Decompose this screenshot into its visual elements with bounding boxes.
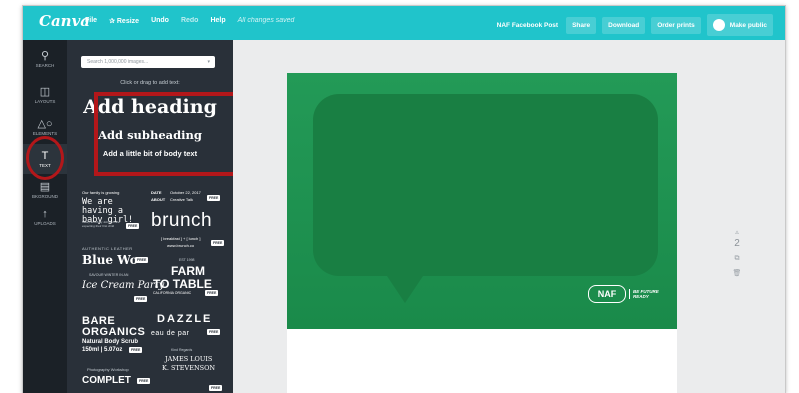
rail-label-uploads: UPLOADS — [34, 221, 56, 226]
design-canvas-area: NAF BE FUTURE READY ▵ 2 ⧉ 🗑 — [233, 40, 785, 393]
free-badge: FREE — [134, 296, 148, 302]
free-badge: FREE — [135, 257, 149, 263]
template-brunch[interactable]: brunch — [151, 210, 212, 232]
template-bluewo[interactable]: Blue Wo — [82, 253, 138, 267]
image-search-input[interactable]: Search 1,000,000 images... ▾ — [81, 56, 215, 68]
top-menu: File ✰ Resize Undo Redo Help All changes… — [85, 17, 294, 25]
download-button[interactable]: Download — [602, 16, 646, 34]
left-rail: ⚲ SEARCH ◫ LAYOUTS △○ ELEMENTS T TEXT ▤ … — [23, 40, 67, 393]
text-panel: Search 1,000,000 images... ▾ Click or dr… — [67, 40, 240, 393]
free-badge: FREE — [126, 223, 140, 229]
template-date[interactable]: DATE — [151, 190, 162, 195]
design-page[interactable]: NAF BE FUTURE READY — [287, 73, 677, 393]
search-placeholder: Search 1,000,000 images... — [87, 59, 149, 65]
save-status: All changes saved — [237, 17, 295, 24]
move-up-icon[interactable]: ▵ — [735, 229, 739, 236]
panel-hint: Click or drag to add text: — [120, 80, 180, 86]
naf-logo: NAF — [588, 285, 626, 303]
text-tab-highlight-circle — [26, 136, 64, 180]
free-badge: FREE — [205, 290, 219, 296]
menu-undo[interactable]: Undo — [151, 17, 169, 25]
rail-item-background[interactable]: ▤ BKGROUND — [23, 181, 67, 199]
upload-icon: ↑ — [42, 208, 48, 220]
rail-item-layouts[interactable]: ◫ LAYOUTS — [23, 86, 67, 104]
layout-icon: ◫ — [39, 86, 51, 98]
facebook-post-background[interactable]: NAF BE FUTURE READY — [287, 73, 677, 329]
template-dazzle[interactable]: DAZZLE — [157, 313, 212, 325]
rail-label-background: BKGROUND — [31, 194, 58, 199]
template-family-top[interactable]: Our family is growing — [82, 190, 119, 195]
tagline-line-2: READY — [633, 294, 649, 299]
template-oz: 150ml | 5.07oz — [82, 347, 123, 353]
rail-item-elements[interactable]: △○ ELEMENTS — [23, 118, 67, 136]
template-about-value: Creative Talk — [170, 197, 194, 202]
template-about[interactable]: ABOUT — [151, 197, 165, 202]
text-options-highlight-box — [94, 92, 240, 176]
order-prints-button[interactable]: Order prints — [651, 16, 701, 34]
template-james[interactable]: JAMES LOUIS — [165, 355, 212, 363]
template-brunch-url: www.brunch.co — [167, 243, 195, 248]
naf-logo-group[interactable]: NAF BE FUTURE READY — [588, 285, 659, 303]
page-number: 2 — [734, 238, 740, 249]
speech-bubble-shape[interactable] — [313, 94, 658, 276]
rail-label-layouts: LAYOUTS — [34, 99, 56, 104]
free-badge: FREE — [129, 347, 143, 353]
template-farm[interactable]: FARM — [171, 264, 205, 278]
chevron-down-icon[interactable]: ▾ — [207, 56, 210, 68]
free-badge: FREE — [207, 329, 221, 335]
free-badge: FREE — [211, 240, 225, 246]
menu-redo[interactable]: Redo — [181, 17, 199, 25]
make-public-label: Make public — [729, 21, 767, 29]
shapes-icon: △○ — [37, 118, 53, 130]
speech-bubble-tail — [385, 273, 425, 303]
template-leather-top[interactable]: AUTHENTIC LEATHER — [82, 246, 133, 251]
free-badge: FREE — [207, 195, 221, 201]
rail-item-uploads[interactable]: ↑ UPLOADS — [23, 208, 67, 226]
top-bar: Canva File ✰ Resize Undo Redo Help All c… — [23, 6, 785, 40]
template-complete[interactable]: COMPLET — [82, 375, 131, 386]
template-icecream-top: SAVOUR WINTER IN AN — [89, 273, 129, 277]
free-badge: FREE — [137, 378, 151, 384]
page-side-tools: ▵ 2 ⧉ 🗑 — [731, 228, 743, 277]
template-kindly: Kind Regards — [171, 348, 193, 352]
delete-page-icon[interactable]: 🗑 — [733, 270, 742, 277]
canva-window: Canva File ✰ Resize Undo Redo Help All c… — [22, 5, 786, 393]
menu-resize[interactable]: ✰ Resize — [109, 17, 139, 25]
template-photo-top: Photography Workshop — [87, 367, 129, 372]
background-icon: ▤ — [39, 181, 51, 193]
rail-item-search[interactable]: ⚲ SEARCH — [23, 50, 67, 68]
document-title[interactable]: NAF Facebook Post — [497, 22, 558, 29]
toggle-knob — [712, 19, 725, 31]
template-organics[interactable]: ORGANICS — [82, 326, 145, 338]
search-icon: ⚲ — [40, 50, 50, 62]
template-to-table[interactable]: TO TABLE — [153, 277, 212, 291]
make-public-toggle[interactable]: Make public — [706, 14, 773, 36]
naf-tagline: BE FUTURE READY — [629, 289, 659, 299]
template-date-value: October 22, 2017 — [170, 190, 201, 195]
template-eau: eau de par — [151, 330, 190, 337]
free-badge: FREE — [209, 385, 223, 391]
copy-page-icon[interactable]: ⧉ — [731, 255, 743, 263]
template-farm-top: EST 1998 — [179, 258, 195, 262]
template-scrub: Natural Body Scrub — [82, 339, 139, 345]
menu-help[interactable]: Help — [210, 17, 225, 25]
top-right-tools: NAF Facebook Post Share Download Order p… — [497, 14, 773, 36]
rail-label-search: SEARCH — [35, 63, 55, 68]
canva-logo[interactable]: Canva — [39, 12, 90, 30]
template-stevenson: K. STEVENSON — [162, 364, 216, 372]
menu-file[interactable]: File — [85, 17, 97, 25]
template-california: CALIFORNIA ORGANIC — [153, 291, 192, 295]
template-brunch-sub: [ breakfast ] + [ lunch ] — [161, 236, 201, 241]
template-baby-small: Mikey and Amy Johnson are expecting thei… — [82, 220, 120, 228]
template-icecream[interactable]: Ice Cream Party — [82, 280, 164, 291]
share-button[interactable]: Share — [566, 16, 597, 34]
